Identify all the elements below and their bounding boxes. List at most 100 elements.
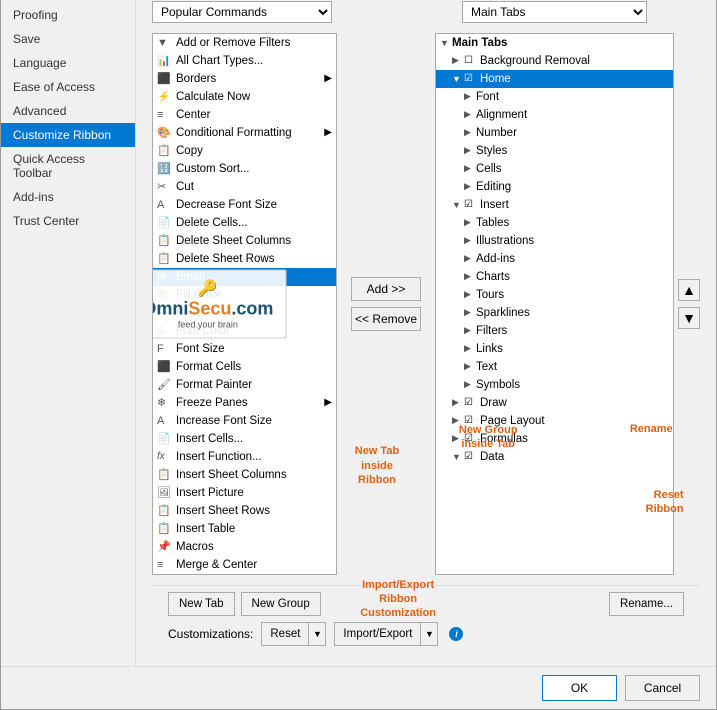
tree-filters[interactable]: ▶ Filters — [436, 322, 673, 340]
tree-data[interactable]: ▼ ☑ Data — [436, 448, 673, 466]
tree-symbols[interactable]: ▶ Symbols — [436, 376, 673, 394]
draw-expand: ▶ — [452, 397, 462, 408]
cmd-format-painter[interactable]: 🖌 Format Painter — [153, 376, 336, 394]
reset-button[interactable]: Reset — [261, 622, 308, 646]
cmd-calculate-now[interactable]: ⚡ Calculate Now — [153, 88, 336, 106]
data-expand: ▼ — [452, 452, 462, 462]
bottom-buttons-row: New Tab New Group Rename... — [168, 592, 684, 616]
tree-bg-removal[interactable]: ▶ ☐ Background Removal — [436, 52, 673, 70]
tree-tours[interactable]: ▶ Tours — [436, 286, 673, 304]
tree-addins[interactable]: ▶ Add-ins — [436, 250, 673, 268]
cmd-freeze-panes[interactable]: ❄ Freeze Panes ▶ — [153, 394, 336, 412]
cmd-insert-function[interactable]: fx Insert Function... — [153, 448, 336, 466]
remove-button[interactable]: << Remove — [351, 307, 421, 331]
move-up-button[interactable]: ▲ — [678, 279, 700, 301]
cmd-delete-cells[interactable]: 📄 Delete Cells... — [153, 214, 336, 232]
sidebar-item-language[interactable]: Language — [1, 51, 135, 75]
cmd-increase-font[interactable]: A Increase Font Size — [153, 412, 336, 430]
cmd-macros[interactable]: 📌 Macros — [153, 538, 336, 556]
popular-commands-select[interactable]: Popular Commands — [152, 1, 332, 23]
cmd-center[interactable]: ≡ Center — [153, 106, 336, 124]
text-expand: ▶ — [464, 361, 474, 372]
tree-alignment[interactable]: ▶ Alignment — [436, 106, 673, 124]
customizations-label: Customizations: — [168, 627, 253, 641]
cmd-fill-color[interactable]: 🎨 Fill Color — [153, 286, 336, 304]
ins-cols-icon: 📋 — [157, 468, 173, 481]
ok-button[interactable]: OK — [542, 675, 617, 701]
del-cells-icon: 📄 — [157, 216, 173, 229]
import-export-button[interactable]: Import/Export — [334, 622, 420, 646]
tree-number[interactable]: ▶ Number — [436, 124, 673, 142]
new-tab-button[interactable]: New Tab — [168, 592, 235, 616]
ribbon-tree-box[interactable]: ▼ Main Tabs ▶ ☐ Background Removal ▼ ☑ — [435, 33, 674, 575]
cmd-email[interactable]: ✉ Email — [153, 268, 336, 286]
cmd-delete-sheet-rows[interactable]: 📋 Delete Sheet Rows — [153, 250, 336, 268]
cancel-button[interactable]: Cancel — [625, 675, 700, 701]
cmd-format-cells[interactable]: ⬛ Format Cells — [153, 358, 336, 376]
cut-icon: ✂ — [157, 180, 173, 193]
cmd-font[interactable]: F Font — [153, 304, 336, 322]
tree-cells[interactable]: ▶ Cells — [436, 160, 673, 178]
new-group-button[interactable]: New Group — [241, 592, 321, 616]
tree-page-layout[interactable]: ▶ ☑ Page Layout — [436, 412, 673, 430]
pagelayout-checkbox: ☑ — [464, 415, 478, 426]
tree-formulas[interactable]: ▶ ☑ Formulas — [436, 430, 673, 448]
cmd-insert-cells[interactable]: 📄 Insert Cells... — [153, 430, 336, 448]
cmd-decrease-font[interactable]: A Decrease Font Size — [153, 196, 336, 214]
insert-checkbox: ☑ — [464, 199, 478, 210]
cmd-copy[interactable]: 📋 Copy — [153, 142, 336, 160]
tree-illustrations[interactable]: ▶ Illustrations — [436, 232, 673, 250]
tree-insert[interactable]: ▼ ☑ Insert — [436, 196, 673, 214]
rename-button[interactable]: Rename... — [609, 592, 684, 616]
customizations-row: Customizations: Reset ▼ Import/Export ▼ … — [168, 622, 684, 646]
tree-sparklines[interactable]: ▶ Sparklines — [436, 304, 673, 322]
cmd-font-size[interactable]: F Font Size — [153, 340, 336, 358]
sidebar-item-customize[interactable]: Customize Ribbon — [1, 123, 135, 147]
reset-dropdown-arrow[interactable]: ▼ — [308, 622, 326, 646]
sidebar-item-ease[interactable]: Ease of Access — [1, 75, 135, 99]
cmd-custom-sort[interactable]: 🔢 Custom Sort... — [153, 160, 336, 178]
sidebar-item-proofing[interactable]: Proofing — [1, 3, 135, 27]
tree-charts[interactable]: ▶ Charts — [436, 268, 673, 286]
cmd-insert-picture[interactable]: 🖼 Insert Picture — [153, 484, 336, 502]
sidebar-item-qat[interactable]: Quick Access Toolbar — [1, 147, 135, 185]
tree-main-tabs[interactable]: ▼ Main Tabs — [436, 34, 673, 52]
charts-expand: ▶ — [464, 271, 474, 282]
tree-text[interactable]: ▶ Text — [436, 358, 673, 376]
sidebar-item-addins[interactable]: Add-ins — [1, 185, 135, 209]
tree-styles[interactable]: ▶ Styles — [436, 142, 673, 160]
choose-commands-group: Choose commands from: i Popular Commands — [152, 0, 332, 23]
tree-home[interactable]: ▼ ☑ Home — [436, 70, 673, 88]
copy-icon: 📋 — [157, 144, 173, 157]
cmd-font-color[interactable]: A Font Color — [153, 322, 336, 340]
sidebar-item-save[interactable]: Save — [1, 27, 135, 51]
cmd-merge-center[interactable]: ≡ Merge & Center — [153, 556, 336, 574]
cmd-borders[interactable]: ⬛ Borders ▶ — [153, 70, 336, 88]
customizations-info-icon[interactable]: i — [449, 627, 463, 641]
cmd-conditional-formatting[interactable]: 🎨 Conditional Formatting ▶ — [153, 124, 336, 142]
tree-font[interactable]: ▶ Font — [436, 88, 673, 106]
tree-tables[interactable]: ▶ Tables — [436, 214, 673, 232]
sidebar-item-trust[interactable]: Trust Center — [1, 209, 135, 233]
main-tabs-select[interactable]: Main Tabs — [462, 1, 647, 23]
cmd-delete-sheet-cols[interactable]: 📋 Delete Sheet Columns — [153, 232, 336, 250]
formulas-expand: ▶ — [452, 433, 462, 444]
tree-links[interactable]: ▶ Links — [436, 340, 673, 358]
editing-expand: ▶ — [464, 181, 474, 192]
ins-func-icon: fx — [157, 451, 173, 462]
tree-draw[interactable]: ▶ ☑ Draw — [436, 394, 673, 412]
cmd-insert-sheet-cols[interactable]: 📋 Insert Sheet Columns — [153, 466, 336, 484]
add-button[interactable]: Add >> — [351, 277, 421, 301]
sidebar-item-advanced[interactable]: Advanced — [1, 99, 135, 123]
cmd-all-chart-types[interactable]: 📊 All Chart Types... — [153, 52, 336, 70]
font-expand: ▶ — [464, 91, 474, 102]
cmd-insert-sheet-rows[interactable]: 📋 Insert Sheet Rows — [153, 502, 336, 520]
move-down-button[interactable]: ▼ — [678, 307, 700, 329]
tree-editing[interactable]: ▶ Editing — [436, 178, 673, 196]
import-export-dropdown-arrow[interactable]: ▼ — [420, 622, 438, 646]
sparklines-expand: ▶ — [464, 307, 474, 318]
cmd-cut[interactable]: ✂ Cut — [153, 178, 336, 196]
cmd-add-remove-filters[interactable]: ▼ Add or Remove Filters — [153, 34, 336, 52]
cmd-insert-table[interactable]: 📋 Insert Table — [153, 520, 336, 538]
commands-list-box[interactable]: 🔑 OmniSecu.com feed your brain ▼ Add or … — [152, 33, 337, 575]
